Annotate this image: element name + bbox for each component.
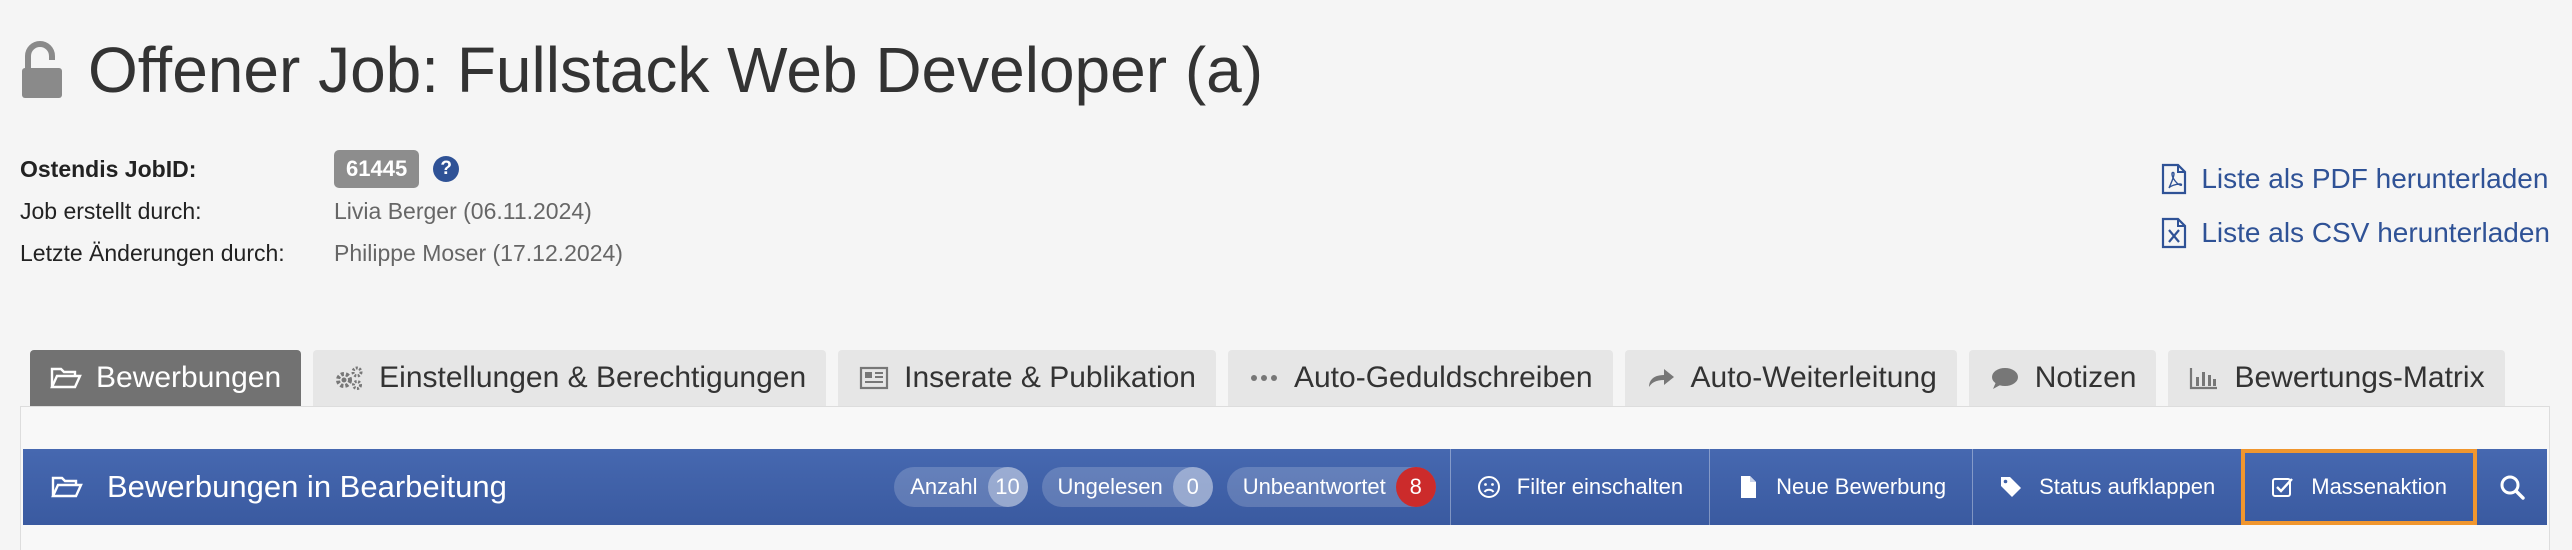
tag-icon [2001,477,2022,497]
job-meta: Ostendis JobID: 61445 ? Job erstellt dur… [20,148,623,274]
file-excel-icon [2162,217,2187,249]
newspaper-icon [860,366,889,390]
frown-icon [1477,476,1500,498]
comment-icon [1991,368,2018,389]
tab-einstellungen[interactable]: Einstellungen & Berechtigungen [313,350,827,406]
counter-value: 10 [987,467,1028,507]
download-csv-label: Liste als CSV herunterladen [2201,217,2550,248]
tab-inserate[interactable]: Inserate & Publikation [838,350,1216,406]
panel-title: Bewerbungen in Bearbeitung [23,469,894,505]
bar-chart-icon [2190,368,2218,390]
unlock-icon [22,41,62,98]
created-row: Job erstellt durch: Livia Berger (06.11.… [20,190,623,232]
panel-title-label: Bewerbungen in Bearbeitung [107,469,507,504]
help-icon[interactable]: ? [433,156,460,182]
share-icon [1648,369,1674,387]
tab-notizen[interactable]: Notizen [1968,350,2157,406]
tab-label: Bewerbungen [96,361,282,394]
counter-anzahl: Anzahl 10 [894,467,1028,507]
title-row: Offener Job: Fullstack Web Developer (a) [20,28,1263,112]
counter-label: Anzahl [910,474,978,499]
ellipsis-icon [1250,375,1277,381]
tab-auto-geduldschreiben[interactable]: Auto-Geduldschreiben [1227,350,1613,406]
tab-bewerbungen[interactable]: Bewerbungen [30,350,302,406]
counter-label: Unbeantwortet [1242,474,1386,499]
download-pdf-label: Liste als PDF herunterladen [2201,163,2549,194]
counter-unbeantwortet: Unbeantwortet 8 [1226,467,1436,507]
status-expand-label: Status aufklappen [2039,474,2216,499]
download-pdf-link[interactable]: Liste als PDF herunterladen [2161,152,2550,206]
cogs-icon [336,366,363,390]
mass-action-button[interactable]: Massenaktion [2241,449,2477,525]
tab-label: Bewertungs-Matrix [2234,361,2485,394]
changed-value: Philippe Moser (17.12.2024) [334,239,623,266]
tab-bewertungs-matrix[interactable]: Bewertungs-Matrix [2168,350,2505,406]
search-button[interactable] [2477,449,2547,525]
status-expand-button[interactable]: Status aufklappen [1972,449,2241,525]
filter-button[interactable]: Filter einschalten [1449,449,1709,525]
check-square-icon [2272,478,2294,497]
tab-auto-weiterleitung[interactable]: Auto-Weiterleitung [1624,350,1957,406]
page-title: Offener Job: Fullstack Web Developer (a) [88,34,1264,106]
counter-label: Ungelesen [1057,474,1163,499]
search-icon [2500,475,2525,500]
tab-label: Inserate & Publikation [904,361,1196,394]
folder-open-icon [50,367,82,389]
downloads: Liste als PDF herunterladen Liste als CS… [2161,152,2550,260]
created-value: Livia Berger (06.11.2024) [334,197,592,224]
jobid-label: Ostendis JobID: [20,155,197,182]
tab-label: Notizen [2034,361,2137,394]
new-application-button[interactable]: Neue Bewerbung [1709,449,1972,525]
filter-label: Filter einschalten [1516,474,1684,499]
tab-label: Auto-Weiterleitung [1690,361,1937,394]
panel-toolbar: Bewerbungen in Bearbeitung Anzahl 10 Ung… [23,449,2547,525]
created-label: Job erstellt durch: [20,197,202,224]
counter-value: 0 [1172,467,1213,507]
changed-row: Letzte Änderungen durch: Philippe Moser … [20,232,623,274]
jobid-row: Ostendis JobID: 61445 ? [20,148,623,190]
tab-bar: Bewerbungen Einstellungen & Berechtigung… [30,350,2517,406]
download-csv-link[interactable]: Liste als CSV herunterladen [2161,206,2550,260]
applications-panel: Bewerbungen in Bearbeitung Anzahl 10 Ung… [20,406,2550,550]
jobid-badge: 61445 [334,150,420,188]
tab-label: Auto-Geduldschreiben [1293,361,1593,394]
new-application-label: Neue Bewerbung [1776,474,1947,499]
counter-ungelesen: Ungelesen 0 [1041,467,1213,507]
changed-label: Letzte Änderungen durch: [20,239,285,266]
file-pdf-icon [2162,163,2187,195]
tab-label: Einstellungen & Berechtigungen [379,361,807,394]
file-icon [1741,476,1757,498]
folder-open-icon [51,476,83,498]
counter-value: 8 [1395,467,1436,507]
mass-action-label: Massenaktion [2311,474,2447,499]
